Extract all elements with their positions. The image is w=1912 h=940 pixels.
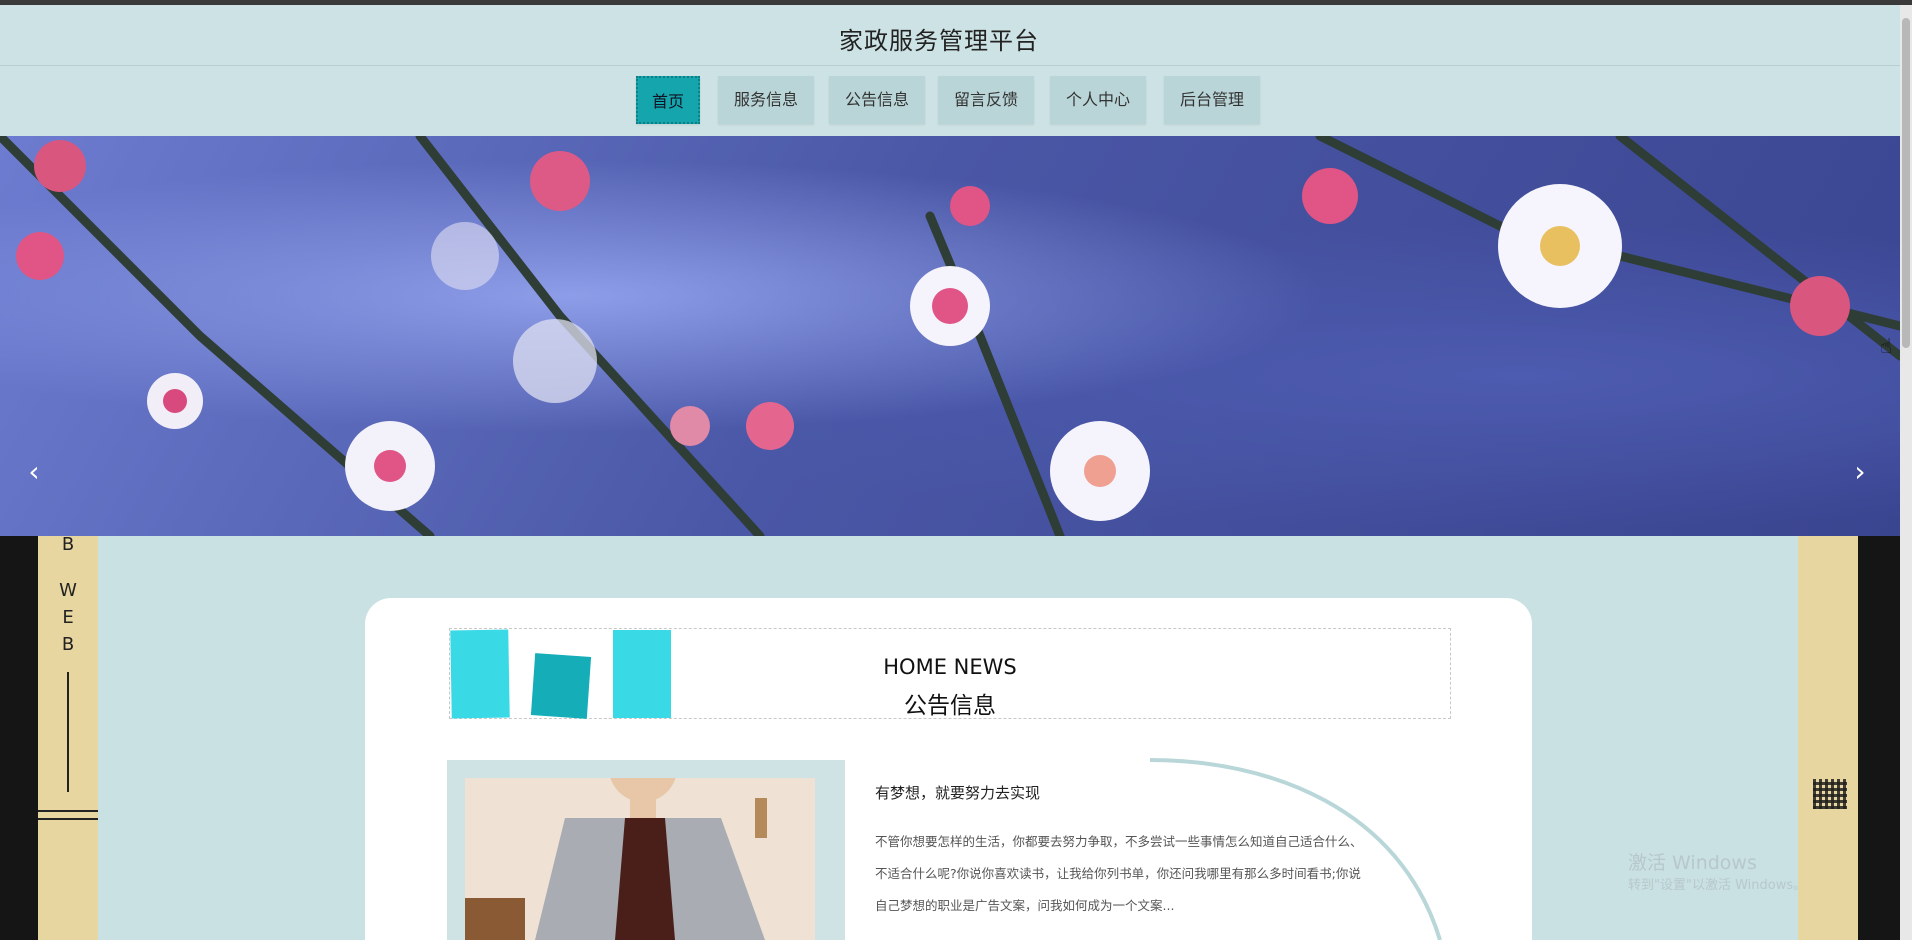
deco-horizontal-line-2: [38, 818, 98, 820]
nav-item-feedback[interactable]: 留言反馈: [938, 76, 1034, 124]
deco-horizontal-line: [38, 810, 98, 812]
news-item-body: 不管你想要怎样的生活，你都要去努力争取，不多尝试一些事情怎么知道自己适合什么、不…: [875, 834, 1363, 913]
site-title: 家政服务管理平台: [839, 27, 1039, 55]
banner-carousel[interactable]: ‹ ›: [0, 136, 1900, 536]
site-header: 家政服务管理平台: [0, 5, 1900, 66]
qr-code-icon: [1813, 779, 1847, 809]
deco-vertical-line: [67, 672, 69, 792]
news-item-photo[interactable]: [465, 778, 815, 940]
banner-image: [0, 136, 1900, 536]
right-dark-margin: [1858, 536, 1900, 940]
windows-activation-watermark: 激活 Windows: [1628, 852, 1757, 874]
main-nav: 首页 服务信息 公告信息 留言反馈 个人中心 后台管理: [0, 66, 1900, 136]
deco-letter-e: E: [62, 607, 74, 628]
news-heading-en: HOME NEWS: [883, 655, 1017, 679]
left-dark-margin: [0, 536, 38, 940]
deco-letter-b: B: [61, 534, 75, 555]
carousel-next-button[interactable]: ›: [1848, 452, 1872, 492]
news-item-title[interactable]: 有梦想，就要努力去实现: [875, 782, 1040, 803]
carousel-prev-button[interactable]: ‹: [22, 452, 46, 492]
right-deco-strip: [1798, 536, 1858, 940]
news-heading-cn: 公告信息: [904, 693, 996, 719]
nav-item-announcements[interactable]: 公告信息: [829, 76, 925, 124]
hand-cursor-icon: ☝: [1880, 334, 1893, 358]
deco-letter-b2: B: [61, 634, 75, 655]
nav-item-admin[interactable]: 后台管理: [1164, 76, 1260, 124]
scrollbar-thumb[interactable]: [1902, 18, 1910, 348]
chevron-left-icon: ‹: [28, 455, 40, 488]
nav-item-services[interactable]: 服务信息: [718, 76, 814, 124]
windows-activation-subtext: 转到"设置"以激活 Windows。: [1628, 878, 1807, 893]
uniformed-worker-image: [465, 778, 815, 940]
chevron-right-icon: ›: [1854, 455, 1866, 488]
nav-item-home[interactable]: 首页: [636, 76, 700, 124]
deco-letter-w: W: [59, 580, 77, 601]
nav-item-profile[interactable]: 个人中心: [1050, 76, 1146, 124]
